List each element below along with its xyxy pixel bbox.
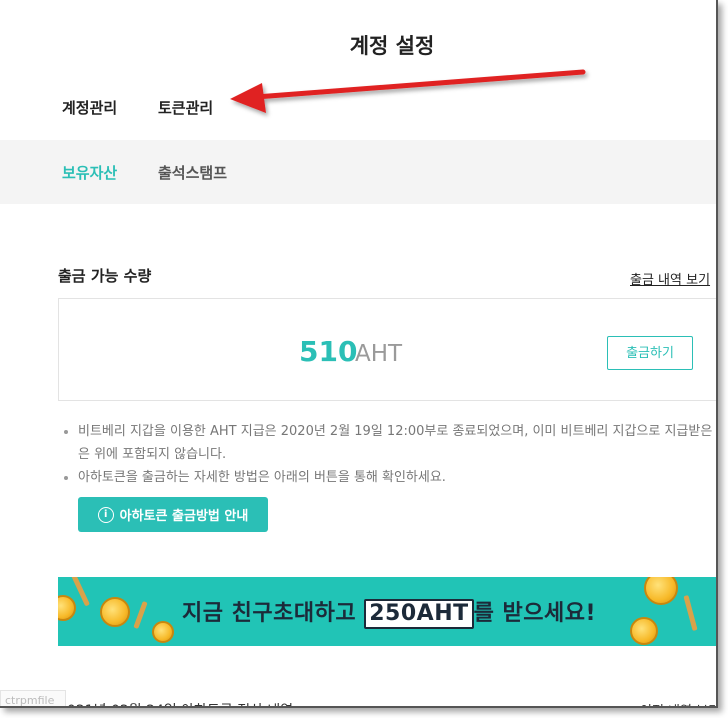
coin-icon (58, 595, 76, 621)
banner-headline: 지금 친구초대하고 250AHT 를 받으세요! (182, 595, 596, 629)
banner-text-before: 지금 친구초대하고 (182, 601, 365, 626)
coin-icon (630, 617, 658, 645)
balance-unit: AHT (355, 341, 403, 367)
info-icon: i (97, 506, 114, 523)
app-window: 계정 설정 계정관리 토큰관리 보유자산 출석스탬프 출금 가능 수량 출금 내… (0, 0, 718, 708)
previous-history-link[interactable]: 이전 내역 보기 (640, 700, 716, 706)
withdraw-guide-label: 아하토큰 출금방법 안내 (119, 509, 249, 524)
withdrawal-history-link[interactable]: 출금 내역 보기 (630, 269, 710, 288)
note-item-continuation: 은 위에 포함되지 않습니다. (78, 447, 227, 462)
notes-list: 비트베리 지갑을 이용한 AHT 지급은 2020년 2월 19일 12:00부… (62, 420, 716, 489)
balance-amount: 510 (299, 335, 358, 368)
sub-navigation: 보유자산 출석스탬프 (0, 140, 716, 204)
balance-box: 510 AHT 출금하기 (58, 298, 716, 401)
accrual-history-title: 2021년 02월 24일 아하토큰 적산 내역 (58, 700, 293, 706)
withdrawable-amount-title: 출금 가능 수량 (58, 267, 152, 285)
withdraw-button[interactable]: 출금하기 (607, 336, 693, 370)
page-title: 계정 설정 (349, 34, 435, 58)
stick-decoration (133, 600, 148, 630)
note-item: 비트베리 지갑을 이용한 AHT 지급은 2020년 2월 19일 12:00부… (62, 420, 716, 443)
coin-icon (100, 597, 130, 627)
subtab-attendance-stamp[interactable]: 출석스탬프 (158, 162, 227, 183)
coin-icon (644, 577, 678, 605)
subtab-holdings[interactable]: 보유자산 (62, 162, 117, 183)
banner-highlight: 250AHT (364, 599, 474, 629)
note-item: 아하토큰을 출금하는 자세한 방법은 아래의 버튼을 통해 확인하세요. (62, 466, 716, 489)
banner-text-after: 를 받으세요! (473, 601, 597, 626)
coin-icon (152, 621, 174, 643)
withdraw-guide-button[interactable]: i 아하토큰 출금방법 안내 (78, 497, 268, 532)
tab-token-management[interactable]: 토큰관리 (158, 97, 213, 118)
invite-friends-banner[interactable]: 지금 친구초대하고 250AHT 를 받으세요! (58, 577, 716, 646)
tab-account-management[interactable]: 계정관리 (62, 97, 117, 118)
watermark: ctrpmfile (0, 690, 66, 706)
stick-decoration (683, 594, 698, 632)
